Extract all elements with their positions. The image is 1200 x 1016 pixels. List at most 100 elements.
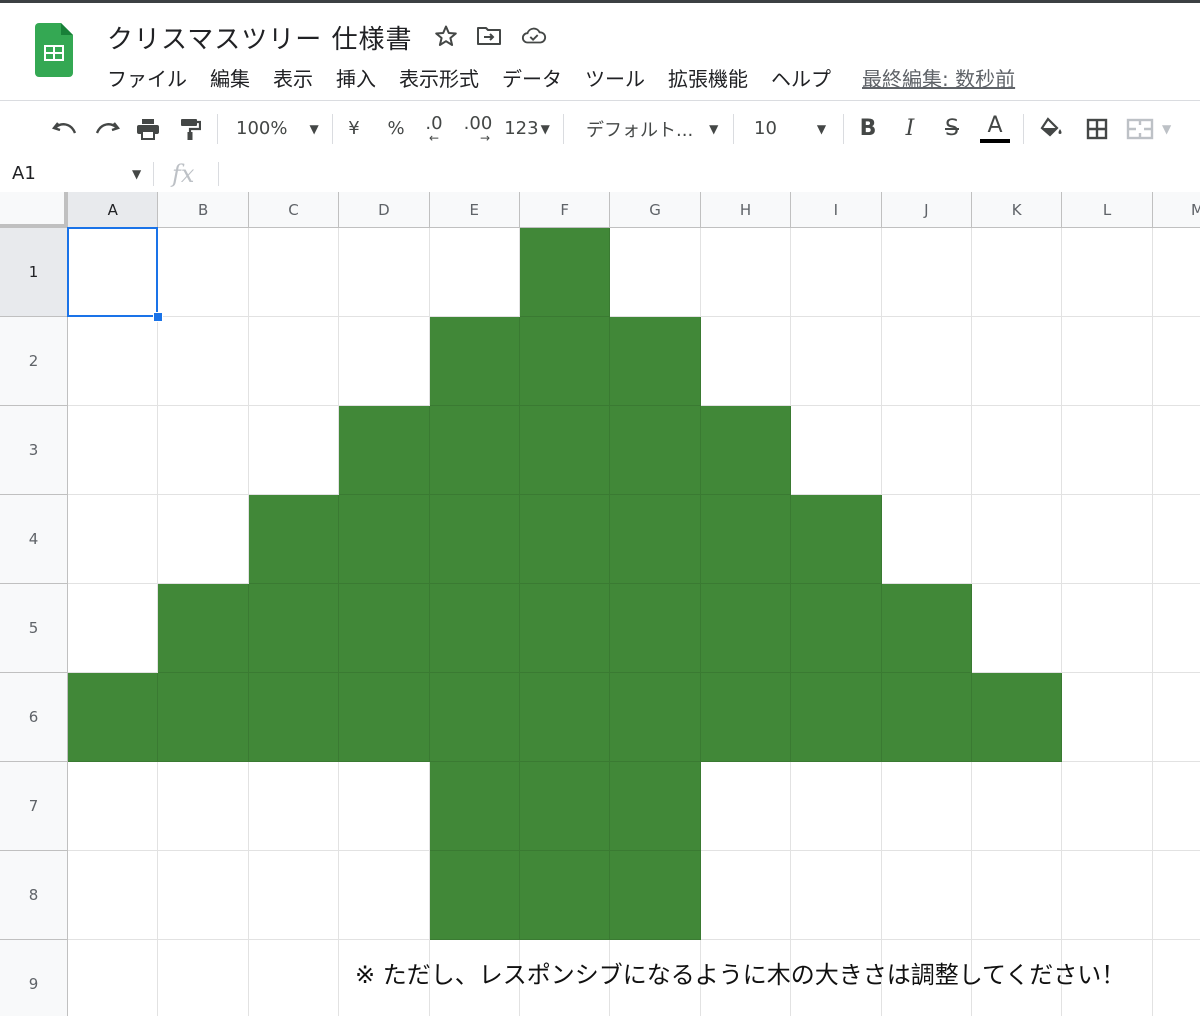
- cell-e1[interactable]: [429, 228, 520, 317]
- undo-icon[interactable]: [50, 101, 80, 156]
- row-header-1[interactable]: 1: [0, 228, 68, 317]
- row-header-5[interactable]: 5: [0, 584, 68, 673]
- cell-c6[interactable]: [248, 673, 340, 762]
- cell-j3[interactable]: [881, 406, 972, 495]
- italic-button[interactable]: I: [898, 101, 922, 156]
- select-all-corner[interactable]: [0, 192, 68, 228]
- cell-i8[interactable]: [791, 851, 882, 940]
- cell-h5[interactable]: [700, 584, 792, 673]
- menu-insert[interactable]: 挿入: [336, 65, 376, 93]
- cell-b7[interactable]: [158, 762, 249, 851]
- cell-g5[interactable]: [610, 584, 701, 673]
- name-box[interactable]: A1: [12, 156, 36, 192]
- cell-e8[interactable]: [429, 851, 520, 940]
- column-header-j[interactable]: J: [881, 192, 972, 228]
- cell-l5[interactable]: [1062, 584, 1153, 673]
- cell-b4[interactable]: [158, 495, 249, 584]
- strikethrough-button[interactable]: S: [940, 101, 964, 156]
- move-folder-icon[interactable]: [476, 23, 502, 49]
- cell-c9[interactable]: [248, 940, 340, 1016]
- cell-b1[interactable]: [158, 228, 249, 317]
- cell-b3[interactable]: [158, 406, 249, 495]
- paint-format-icon[interactable]: [175, 101, 205, 156]
- cell-m1[interactable]: [1152, 228, 1200, 317]
- cell-f2[interactable]: [520, 317, 611, 406]
- menu-extensions[interactable]: 拡張機能: [668, 65, 748, 93]
- menu-view[interactable]: 表示: [273, 65, 313, 93]
- cell-j2[interactable]: [881, 317, 972, 406]
- cell-i3[interactable]: [791, 406, 882, 495]
- cell-l6[interactable]: [1062, 673, 1153, 762]
- cell-j6[interactable]: [881, 673, 972, 762]
- cell-e5[interactable]: [429, 584, 520, 673]
- cell-d8[interactable]: [339, 851, 430, 940]
- print-icon[interactable]: [133, 101, 163, 156]
- cell-c4[interactable]: [248, 495, 340, 584]
- row-header-9[interactable]: 9: [0, 940, 68, 1016]
- star-icon[interactable]: [433, 23, 459, 49]
- column-header-e[interactable]: E: [429, 192, 520, 228]
- cell-c3[interactable]: [248, 406, 340, 495]
- zoom-select[interactable]: 100% ▼: [236, 101, 326, 156]
- cell-g8[interactable]: [610, 851, 701, 940]
- menu-format[interactable]: 表示形式: [399, 65, 479, 93]
- row-header-4[interactable]: 4: [0, 495, 68, 584]
- cell-k8[interactable]: [972, 851, 1063, 940]
- cell-m5[interactable]: [1152, 584, 1200, 673]
- fill-color-icon[interactable]: [1038, 101, 1066, 156]
- cell-c1[interactable]: [248, 228, 340, 317]
- cell-i7[interactable]: [791, 762, 882, 851]
- cell-h3[interactable]: [700, 406, 792, 495]
- row-header-2[interactable]: 2: [0, 317, 68, 406]
- row-header-7[interactable]: 7: [0, 762, 68, 851]
- cell-l4[interactable]: [1062, 495, 1153, 584]
- menu-file[interactable]: ファイル: [107, 65, 187, 93]
- cell-m7[interactable]: [1152, 762, 1200, 851]
- cell-j8[interactable]: [881, 851, 972, 940]
- cell-i2[interactable]: [791, 317, 882, 406]
- cell-b2[interactable]: [158, 317, 249, 406]
- cell-e4[interactable]: [429, 495, 520, 584]
- cell-k3[interactable]: [972, 406, 1063, 495]
- column-header-b[interactable]: B: [158, 192, 249, 228]
- cell-f8[interactable]: [520, 851, 611, 940]
- text-color-button[interactable]: A: [980, 101, 1010, 156]
- document-title[interactable]: クリスマスツリー 仕様書: [107, 19, 413, 56]
- cell-l2[interactable]: [1062, 317, 1153, 406]
- decrease-decimal-button[interactable]: .0 ←: [420, 101, 448, 156]
- cell-b6[interactable]: [158, 673, 249, 762]
- cell-k6[interactable]: [972, 673, 1063, 762]
- cell-a6[interactable]: [68, 673, 159, 762]
- cell-c8[interactable]: [248, 851, 340, 940]
- cell-e7[interactable]: [429, 762, 520, 851]
- cell-b5[interactable]: [158, 584, 249, 673]
- cell-g3[interactable]: [610, 406, 701, 495]
- cell-a7[interactable]: [68, 762, 159, 851]
- column-header-l[interactable]: L: [1062, 192, 1153, 228]
- last-edit-link[interactable]: 最終編集: 数秒前: [862, 65, 1015, 93]
- cell-f5[interactable]: [520, 584, 611, 673]
- cell-h4[interactable]: [700, 495, 792, 584]
- column-header-h[interactable]: H: [700, 192, 792, 228]
- cloud-saved-icon[interactable]: [521, 23, 547, 49]
- cell-a2[interactable]: [68, 317, 159, 406]
- column-header-c[interactable]: C: [248, 192, 340, 228]
- cell-m8[interactable]: [1152, 851, 1200, 940]
- more-formats-button[interactable]: 123 ▼: [503, 101, 551, 156]
- cell-g1[interactable]: [610, 228, 701, 317]
- cell-f3[interactable]: [520, 406, 611, 495]
- cell-i6[interactable]: [791, 673, 882, 762]
- cell-f1[interactable]: [520, 228, 611, 317]
- cell-i5[interactable]: [791, 584, 882, 673]
- row-header-8[interactable]: 8: [0, 851, 68, 940]
- cell-k7[interactable]: [972, 762, 1063, 851]
- currency-button[interactable]: ¥: [342, 101, 366, 156]
- column-header-a[interactable]: A: [68, 192, 159, 228]
- cell-c7[interactable]: [248, 762, 340, 851]
- cell-f4[interactable]: [520, 495, 611, 584]
- formula-input[interactable]: [230, 156, 1190, 192]
- cell-c5[interactable]: [248, 584, 340, 673]
- cell-h1[interactable]: [700, 228, 792, 317]
- bold-button[interactable]: B: [856, 101, 880, 156]
- cell-d3[interactable]: [339, 406, 430, 495]
